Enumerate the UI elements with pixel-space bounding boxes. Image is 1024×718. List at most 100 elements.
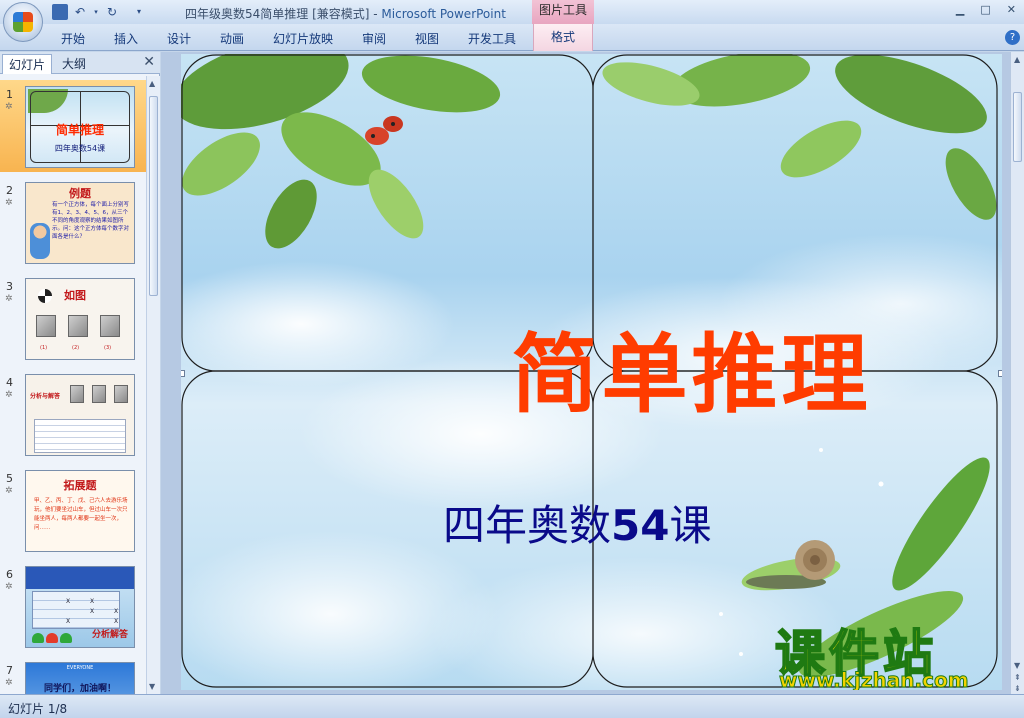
tab-format[interactable]: 格式 <box>533 24 593 51</box>
scroll-thumb[interactable] <box>149 96 158 296</box>
tab-insert[interactable]: 插入 <box>114 30 138 47</box>
table-mark: X <box>90 598 95 605</box>
animation-star-icon: ✲ <box>5 486 13 496</box>
thumb-label: 分析解答 <box>91 630 128 640</box>
ribbon-tabs: 开始 插入 设计 动画 幻灯片放映 审阅 视图 开发工具 格式 ? <box>0 24 1024 51</box>
thumb-title: 分析与解答 <box>30 393 61 400</box>
soccer-ball-icon <box>38 289 52 303</box>
status-bar: 幻灯片 1/8 <box>0 694 1024 718</box>
scroll-up-icon[interactable]: ▲ <box>149 79 155 88</box>
table-mark: X <box>114 608 119 615</box>
thumbnail-list: 1 ✲ 简单推理 四年奥数54课 2 ✲ 例题 有一个正方体，每个面上分别写有1… <box>0 76 146 694</box>
help-icon[interactable]: ? <box>1005 30 1020 45</box>
thumb-subtitle: 四年奥数54课 <box>54 144 106 153</box>
slide-canvas[interactable]: 简单推理 四年奥数54课 课件站 www.kjzhan.com <box>181 54 1002 690</box>
watermark-url: www.kjzhan.com <box>779 668 970 691</box>
slide-subtitle[interactable]: 四年奥数54课 <box>443 492 711 553</box>
slide-title[interactable]: 简单推理 <box>181 304 1002 429</box>
cube-figure <box>70 385 84 403</box>
table-mark: X <box>114 618 119 625</box>
tab-review[interactable]: 审阅 <box>362 30 386 47</box>
undo-icon[interactable]: ↶ <box>72 4 88 20</box>
scroll-down-icon[interactable]: ▼ <box>1014 661 1020 670</box>
quick-access-toolbar: ↶ ▾ ↻ ▾ <box>52 4 144 20</box>
slide-thumbnail-7[interactable]: EVERYONE 同学们，加油啊！ <box>25 662 135 694</box>
slide-thumbnail-2[interactable]: 例题 有一个正方体，每个面上分别写有1、2、3、4、5、6，从三个不同的角度观察… <box>25 182 135 264</box>
scroll-thumb[interactable] <box>1013 92 1022 162</box>
picture-tools-context-tab: 图片工具 <box>532 0 594 24</box>
figure-label: (3) <box>104 345 112 351</box>
mushroom-icon <box>46 633 58 643</box>
document-name: 四年级奥数54简单推理 [兼容模式] <box>185 7 370 21</box>
slide-thumbnail-5[interactable]: 拓展题 甲、乙、丙、丁、戊、己六人去游乐场玩，他们要坐过山车，但过山车一次只能坐… <box>25 470 135 552</box>
customize-qat-icon[interactable]: ▾ <box>134 4 144 20</box>
slide-thumb-row-6[interactable]: 6 ✲ X X X X X X 分析解答 <box>0 560 146 652</box>
pane-close-icon[interactable]: ✕ <box>143 54 155 70</box>
tab-animations[interactable]: 动画 <box>220 30 244 47</box>
slide-thumbnail-4[interactable]: 分析与解答 <box>25 374 135 456</box>
animation-star-icon: ✲ <box>5 102 13 112</box>
cube-figure <box>36 315 56 337</box>
animation-star-icon: ✲ <box>5 198 13 208</box>
window-controls: ▁ □ ✕ <box>956 3 1016 16</box>
thumb-title: 简单推理 <box>55 123 104 137</box>
title-separator: - <box>369 7 382 21</box>
slide-thumb-row-7[interactable]: 7 ✲ EVERYONE 同学们，加油啊！ <box>0 656 146 694</box>
slide-number: 3 <box>6 280 13 293</box>
slide-thumb-row-4[interactable]: 4 ✲ 分析与解答 <box>0 368 146 460</box>
animation-star-icon: ✲ <box>5 678 13 688</box>
cube-figure <box>92 385 106 403</box>
tab-outline[interactable]: 大纲 <box>56 54 92 74</box>
table-mark: X <box>66 598 71 605</box>
thumb-title: 同学们，加油啊！ <box>43 684 116 694</box>
thumb-body: 有一个正方体，每个面上分别写有1、2、3、4、5、6，从三个不同的角度观察的结果… <box>52 202 130 240</box>
slide-number: 1 <box>6 88 13 101</box>
butterfly-icon <box>365 116 403 145</box>
save-icon[interactable] <box>52 4 68 20</box>
thumb-title: 拓展题 <box>63 479 97 492</box>
tab-slideshow[interactable]: 幻灯片放映 <box>273 30 333 47</box>
next-slide-icon[interactable]: ⇟ <box>1014 684 1021 693</box>
cube-figure <box>114 385 128 403</box>
office-button[interactable] <box>3 2 43 42</box>
figure-label: (1) <box>40 345 48 351</box>
slide-edit-area: 简单推理 四年奥数54课 课件站 www.kjzhan.com ▲ ▼ ⇞ ⇟ <box>161 52 1024 694</box>
slide-thumb-row-2[interactable]: 2 ✲ 例题 有一个正方体，每个面上分别写有1、2、3、4、5、6，从三个不同的… <box>0 176 146 268</box>
slide-scrollbar[interactable]: ▲ ▼ ⇞ ⇟ <box>1010 52 1024 694</box>
tab-developer[interactable]: 开发工具 <box>468 30 516 47</box>
slide-thumb-row-5[interactable]: 5 ✲ 拓展题 甲、乙、丙、丁、戊、己六人去游乐场玩，他们要坐过山车，但过山车一… <box>0 464 146 556</box>
minimize-button[interactable]: ▁ <box>956 3 964 16</box>
leaves-top-right <box>602 54 997 220</box>
redo-icon[interactable]: ↻ <box>104 4 120 20</box>
slide-counter: 幻灯片 1/8 <box>8 702 68 716</box>
slide-number: 5 <box>6 472 13 485</box>
scroll-down-icon[interactable]: ▼ <box>149 682 155 691</box>
cube-figure <box>68 315 88 337</box>
slide-thumbnail-3[interactable]: 如图 (1) (2) (3) <box>25 278 135 360</box>
table-mark: X <box>90 608 95 615</box>
subtitle-text: 课 <box>669 501 712 550</box>
maximize-button[interactable]: □ <box>980 3 990 16</box>
slide-thumb-row-1[interactable]: 1 ✲ 简单推理 四年奥数54课 <box>0 80 146 172</box>
cube-figure <box>100 315 120 337</box>
thumb-table <box>34 419 126 453</box>
thumb-body: 甲、乙、丙、丁、戊、己六人去游乐场玩，他们要坐过山车，但过山车一次只能坐两人，每… <box>34 498 128 531</box>
thumb-title: 例题 <box>69 187 91 200</box>
scroll-up-icon[interactable]: ▲ <box>1014 55 1020 64</box>
thumbnail-scrollbar[interactable]: ▲ ▼ <box>146 76 160 694</box>
tab-design[interactable]: 设计 <box>167 30 191 47</box>
subtitle-number: 54 <box>611 501 670 550</box>
slide-number: 4 <box>6 376 13 389</box>
title-bar: ↶ ▾ ↻ ▾ 四年级奥数54简单推理 [兼容模式] - Microsoft P… <box>0 0 1024 42</box>
undo-dropdown-icon[interactable]: ▾ <box>92 4 100 20</box>
slide-number: 6 <box>6 568 13 581</box>
tab-view[interactable]: 视图 <box>415 30 439 47</box>
close-button[interactable]: ✕ <box>1007 3 1016 16</box>
animation-star-icon: ✲ <box>5 390 13 400</box>
slide-thumbnail-1[interactable]: 简单推理 四年奥数54课 <box>25 86 135 168</box>
slide-thumbnail-6[interactable]: X X X X X X 分析解答 <box>25 566 135 648</box>
previous-slide-icon[interactable]: ⇞ <box>1014 673 1021 682</box>
tab-home[interactable]: 开始 <box>61 30 85 47</box>
tab-slides[interactable]: 幻灯片 <box>2 54 53 74</box>
slide-thumb-row-3[interactable]: 3 ✲ 如图 (1) (2) (3) <box>0 272 146 364</box>
